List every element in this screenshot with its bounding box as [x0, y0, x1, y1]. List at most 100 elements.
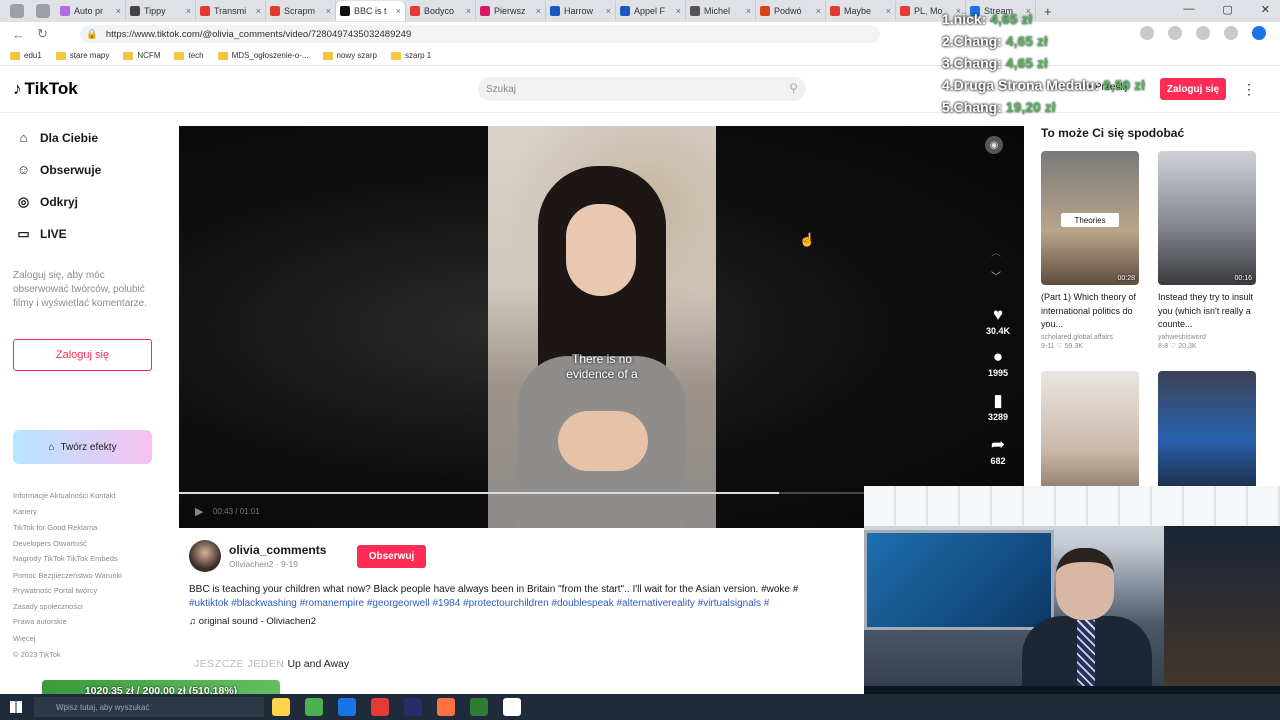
taskbar-app-icon[interactable] — [305, 698, 323, 716]
taskbar-app-icon[interactable] — [470, 698, 488, 716]
bookmark-item[interactable]: tech — [174, 51, 204, 60]
footer-link[interactable]: Developers Otwartość — [13, 536, 163, 552]
previous-video-icon[interactable]: ︿ — [991, 244, 1001, 259]
windows-start-icon[interactable] — [10, 701, 22, 713]
tiktok-logo[interactable]: ♪ TikTok — [13, 79, 78, 99]
footer-link[interactable]: Nagrody TikTok TikTok Embeds — [13, 551, 163, 567]
video-hashtags[interactable]: #uktiktok #blackwashing #romanempire #ge… — [189, 597, 869, 611]
recommended-video[interactable]: Theories 00:28 (Part 1) Which theory of in… — [1041, 151, 1139, 350]
search-icon[interactable]: ⚲ — [789, 81, 798, 95]
taskbar-app-icon[interactable] — [404, 698, 422, 716]
tab-favicon-icon — [480, 6, 490, 16]
recommended-author[interactable]: scholared.global.affairs — [1041, 334, 1139, 341]
close-icon[interactable]: ✕ — [1261, 3, 1270, 16]
share-button[interactable]: ➦ 682 — [977, 436, 1019, 467]
video-thumbnail[interactable]: 00:16 — [1158, 151, 1256, 285]
tab-close-icon[interactable]: × — [746, 6, 751, 16]
footer-link[interactable]: Więcej — [13, 631, 163, 647]
sidebar-item-live[interactable]: ▭ LIVE — [16, 226, 66, 242]
bookmark-item[interactable]: NCFM — [123, 51, 160, 60]
tab-close-icon[interactable]: × — [466, 6, 471, 16]
bookmark-item[interactable]: stare mapy — [55, 51, 109, 60]
bookmark-item[interactable]: szarp 1 — [391, 51, 431, 60]
tab-search-icon[interactable] — [36, 4, 50, 18]
taskbar-app-icon[interactable] — [503, 698, 521, 716]
sidebar-login-button[interactable]: Zaloguj się — [13, 339, 152, 371]
tab-close-icon[interactable]: × — [396, 6, 401, 16]
recommended-video[interactable]: 00:16 Instead they try to insult you (whi… — [1158, 151, 1256, 350]
more-menu-icon[interactable]: ⋮ — [1242, 81, 1256, 98]
extension-icon[interactable] — [1196, 26, 1210, 40]
recommended-caption[interactable]: Instead they try to insult you (which is… — [1158, 291, 1256, 332]
browser-tab[interactable]: Appel F × — [616, 1, 686, 21]
extension-icon[interactable] — [1224, 26, 1238, 40]
sidebar-item-odkryj[interactable]: ◎ Odkryj — [16, 194, 78, 210]
author-username[interactable]: olivia_comments — [229, 543, 326, 557]
browser-tab[interactable]: Harrow × — [546, 1, 616, 21]
browser-tab[interactable]: Tippy × — [126, 1, 196, 21]
sound-link[interactable]: ♫ original sound - Oliviachen2 — [189, 616, 316, 627]
avatar[interactable] — [189, 540, 221, 572]
footer-link[interactable]: TikTok for Good Reklama — [13, 520, 163, 536]
browser-tab[interactable]: Auto pr × — [56, 1, 126, 21]
footer-link[interactable]: Prywatność Portal twórcy — [13, 583, 163, 599]
reload-icon[interactable]: ↻ — [37, 26, 48, 42]
recommended-video[interactable] — [1158, 371, 1256, 505]
volume-icon[interactable]: ◉ — [985, 136, 1003, 154]
create-effects-button[interactable]: ⌂ Twórz efekty — [13, 430, 152, 464]
tab-close-icon[interactable]: × — [256, 6, 261, 16]
browser-tab[interactable]: Pierwsz × — [476, 1, 546, 21]
browser-tab[interactable]: Maybe × — [826, 1, 896, 21]
video-frame[interactable]: There is no evidence of a — [488, 126, 716, 528]
bookmark-item[interactable]: MDS_ogłoszenie-o-... — [217, 51, 309, 60]
taskbar-app-icon[interactable] — [338, 698, 356, 716]
taskbar-app-icon[interactable] — [371, 698, 389, 716]
back-icon[interactable]: ← — [12, 27, 25, 42]
tab-close-icon[interactable]: × — [536, 6, 541, 16]
url-field[interactable]: 🔒 https://www.tiktok.com/@olivia_comment… — [80, 25, 880, 43]
recommended-video[interactable] — [1041, 371, 1139, 505]
tab-close-icon[interactable]: × — [606, 6, 611, 16]
bookmark-item[interactable]: edu1 — [10, 51, 42, 60]
next-video-icon[interactable]: ﹀ — [991, 268, 1001, 283]
taskbar-search-input[interactable]: Wpisz tutaj, aby wyszukać — [34, 697, 264, 717]
video-thumbnail[interactable] — [1041, 371, 1139, 505]
footer-link[interactable]: Informacje Aktualności Kontakt — [13, 488, 163, 504]
browser-tab[interactable]: Michel × — [686, 1, 756, 21]
recommended-caption[interactable]: (Part 1) Which theory of international p… — [1041, 291, 1139, 332]
taskbar-app-icon[interactable] — [272, 698, 290, 716]
browser-tab[interactable]: Podwó × — [756, 1, 826, 21]
tab-close-icon[interactable]: × — [676, 6, 681, 16]
sidebar-item-dla-ciebie[interactable]: ⌂ Dla Ciebie — [16, 130, 98, 145]
browser-tab[interactable]: Scrapm × — [266, 1, 336, 21]
sidebar-item-obserwuje[interactable]: ☺ Obserwuje — [16, 162, 102, 177]
comment-button[interactable]: ● 1995 — [977, 348, 1019, 379]
tab-close-icon[interactable]: × — [326, 6, 331, 16]
heart-button[interactable]: ♥ 30.4K — [977, 306, 1019, 337]
video-thumbnail[interactable]: Theories 00:28 — [1041, 151, 1139, 285]
footer-link[interactable]: Prawa autorskie — [13, 614, 163, 630]
taskbar-app-icon[interactable] — [437, 698, 455, 716]
bookmark-item[interactable]: nowy szarp — [322, 51, 377, 60]
tab-close-icon[interactable]: × — [816, 6, 821, 16]
browser-tab[interactable]: BBC is t × — [336, 1, 406, 21]
recommended-author[interactable]: yahweshisword — [1158, 334, 1256, 341]
video-thumbnail[interactable] — [1158, 371, 1256, 505]
video-player[interactable]: There is no evidence of a ◉ ︿ ﹀ ♥ 30.4K ● 1… — [179, 126, 1024, 528]
footer-link[interactable]: Zasady społeczności — [13, 599, 163, 615]
follow-button[interactable]: Obserwuj — [357, 545, 426, 568]
bookmark-button[interactable]: ▮ 3289 — [977, 392, 1019, 423]
footer-link[interactable]: © 2023 TikTok — [13, 647, 163, 663]
browser-tab[interactable]: Bodyco × — [406, 1, 476, 21]
tab-close-icon[interactable]: × — [186, 6, 191, 16]
search-input[interactable]: Szukaj ⚲ — [478, 77, 806, 101]
tab-actions-icon[interactable] — [10, 4, 24, 18]
tab-close-icon[interactable]: × — [116, 6, 121, 16]
maximize-icon[interactable]: ▢ — [1222, 3, 1232, 16]
tab-close-icon[interactable]: × — [886, 6, 891, 16]
browser-tab[interactable]: Transmi × — [196, 1, 266, 21]
footer-link[interactable]: Pomoc Bezpieczeństwo Warunki — [13, 568, 163, 584]
footer-link[interactable]: Kariery — [13, 504, 163, 520]
profile-icon[interactable] — [1252, 26, 1266, 40]
play-icon[interactable]: ▶ — [195, 505, 203, 518]
